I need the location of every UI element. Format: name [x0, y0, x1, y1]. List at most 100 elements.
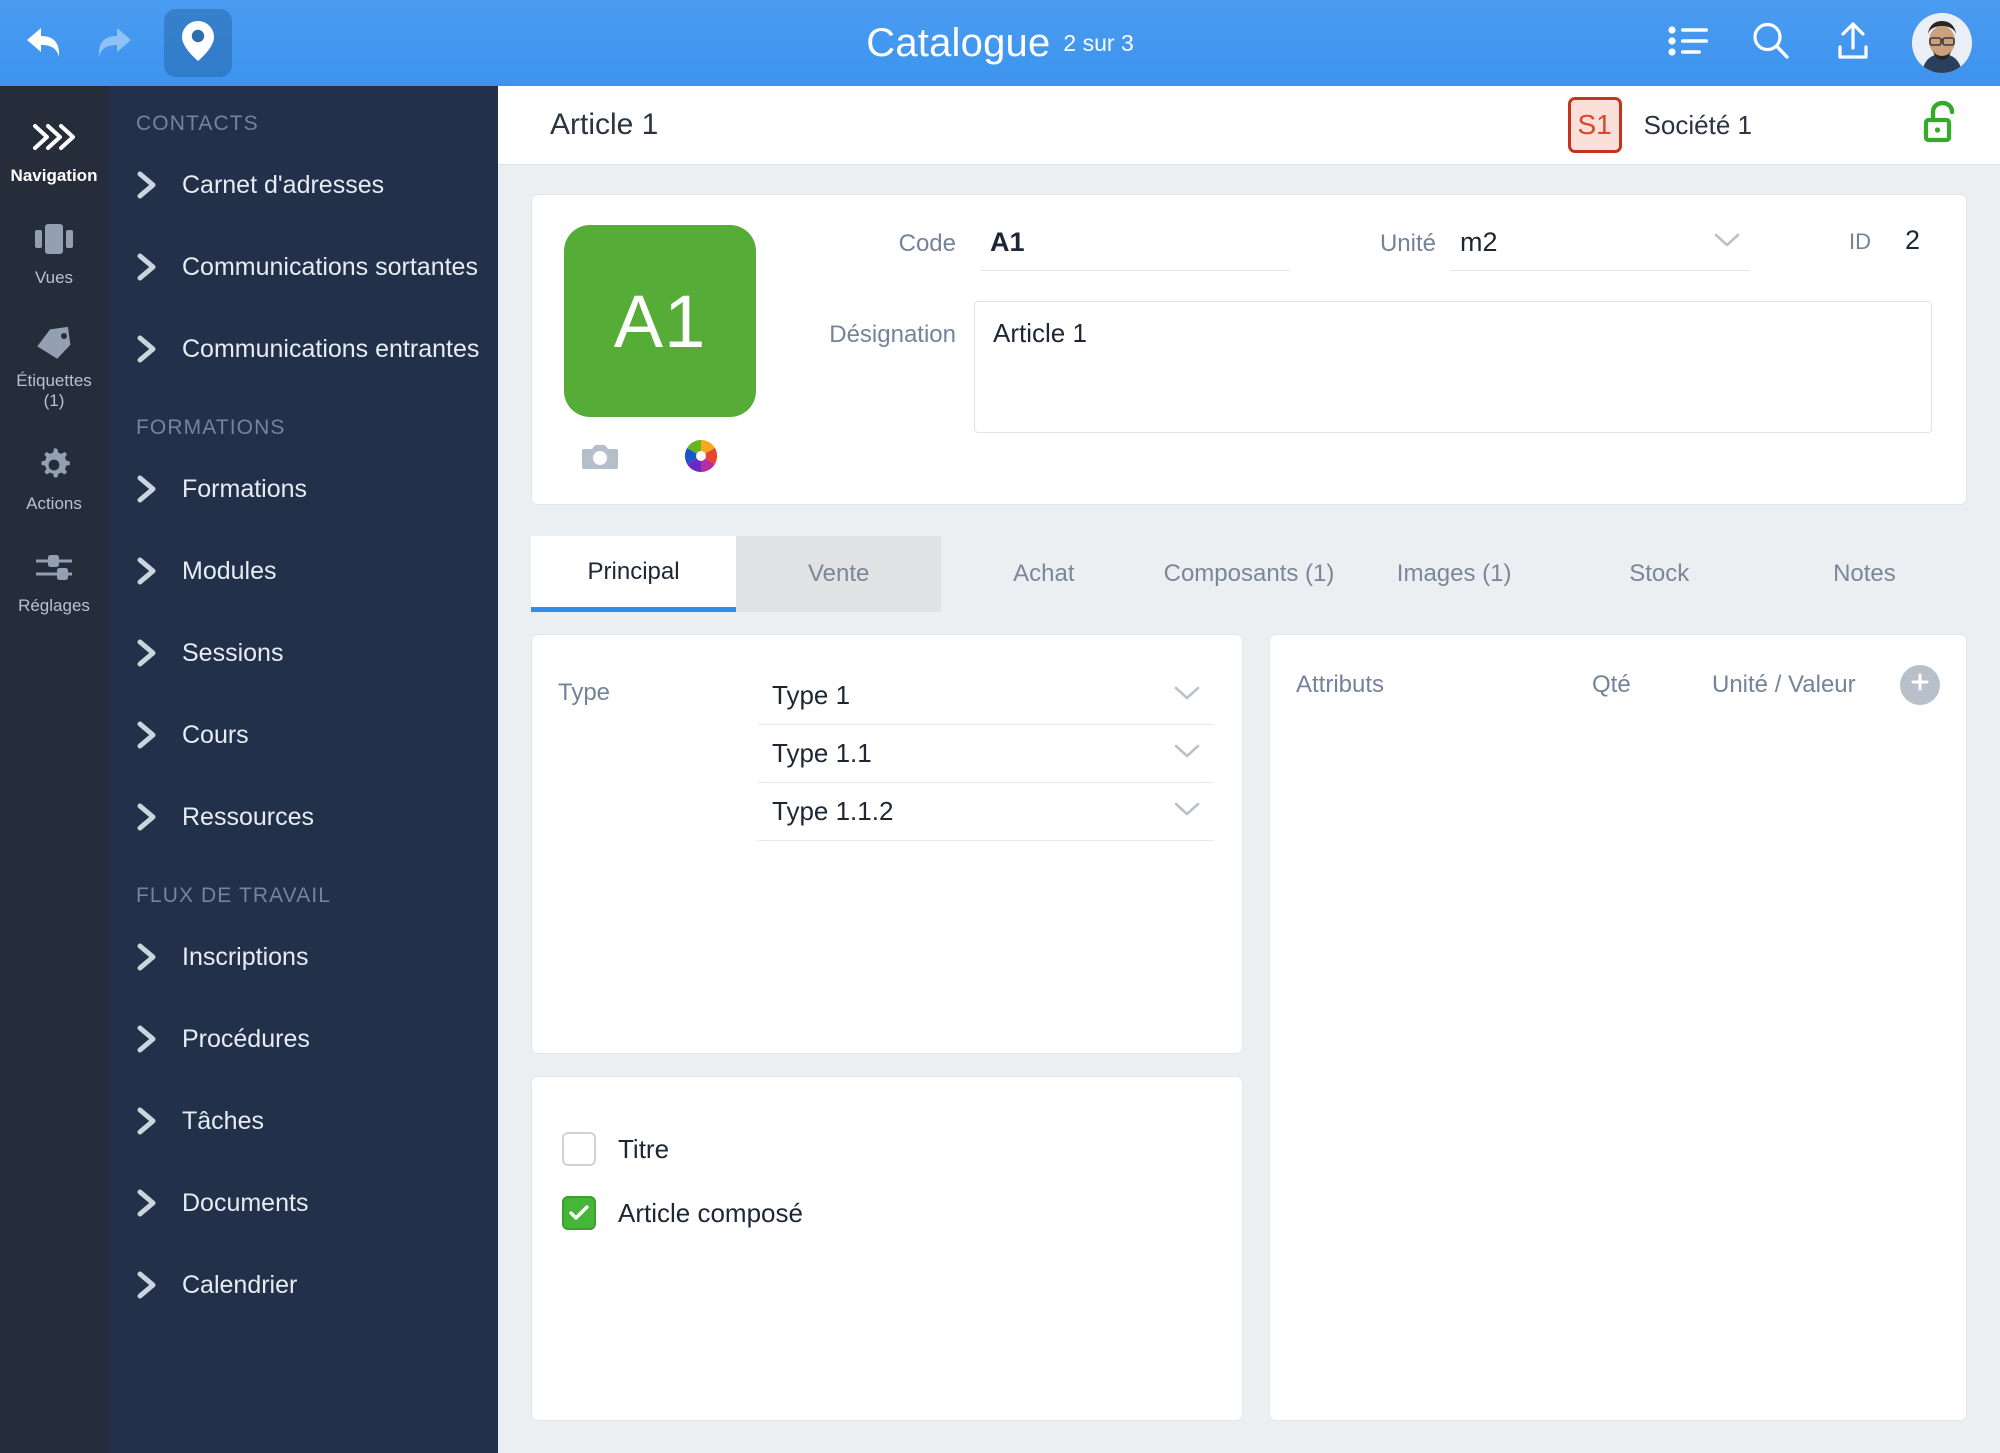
avatar[interactable] — [1912, 13, 1972, 73]
tab-stock[interactable]: Stock — [1557, 536, 1762, 612]
chevron-right-icon — [136, 556, 176, 586]
chevron-down-icon — [1172, 800, 1202, 823]
sidebar-item-inscriptions[interactable]: Inscriptions — [108, 916, 498, 998]
record-counter: 2 sur 3 — [1063, 30, 1133, 57]
chevron-right-icon — [136, 1024, 176, 1054]
attributes-col-unite-valeur: Unité / Valeur — [1712, 671, 1900, 699]
field-row-code-unite-id: Code A1 Unité m2 — [806, 225, 1932, 271]
record-avatar-tile[interactable]: A1 — [564, 225, 756, 417]
rail-item-navigation[interactable]: Navigation — [0, 100, 108, 202]
tab-images[interactable]: Images (1) — [1352, 536, 1557, 612]
map-pin-icon — [181, 20, 215, 67]
sidebar-item-cours[interactable]: Cours — [108, 694, 498, 776]
sliders-icon — [4, 544, 104, 590]
lock-toggle-button[interactable] — [1922, 100, 1960, 151]
type-select-level-2[interactable]: Type 1.1 — [758, 725, 1214, 783]
sidebar-item-formations[interactable]: Formations — [108, 448, 498, 530]
chevron-right-icon — [136, 474, 176, 504]
tab-achat[interactable]: Achat — [941, 536, 1146, 612]
tab-notes[interactable]: Notes — [1762, 536, 1967, 612]
tab-label: Stock — [1629, 560, 1689, 588]
avatar-tools — [582, 439, 718, 478]
color-wheel-icon — [684, 439, 718, 478]
sidebar-item-calendrier[interactable]: Calendrier — [108, 1244, 498, 1326]
field-unite-select[interactable]: m2 — [1450, 225, 1750, 271]
field-id: ID 2 — [1849, 225, 1932, 256]
chevron-right-icon — [136, 802, 176, 832]
field-label-designation: Désignation — [806, 301, 956, 349]
field-code: Code A1 — [806, 225, 1306, 271]
views-icon — [4, 216, 104, 262]
type-select-list: Type 1 Type 1.1 Type 1.1.2 — [758, 667, 1214, 1053]
add-attribute-button[interactable] — [1900, 665, 1940, 705]
field-designation-textarea[interactable]: Article 1 — [974, 301, 1932, 433]
type-select-value: Type 1 — [772, 680, 850, 711]
type-select-value: Type 1.1.2 — [772, 796, 893, 827]
checkbox-row-article-compose[interactable]: Article composé — [562, 1181, 1242, 1245]
sidebar-item-carnet-d-adresses[interactable]: Carnet d'adresses — [108, 144, 498, 226]
sidebar-item-label: Tâches — [182, 1107, 264, 1136]
sidebar-group-formations: FORMATIONS — [108, 390, 498, 448]
tab-composants[interactable]: Composants (1) — [1146, 536, 1351, 612]
camera-icon — [582, 441, 618, 476]
tab-principal[interactable]: Principal — [531, 536, 736, 612]
tab-vente[interactable]: Vente — [736, 536, 941, 612]
check-icon — [568, 1204, 590, 1222]
tab-label: Vente — [808, 560, 869, 588]
sidebar-item-ressources[interactable]: Ressources — [108, 776, 498, 858]
rail-label-vues: Vues — [4, 268, 104, 288]
sidebar-item-communications-sortantes[interactable]: Communications sortantes — [108, 226, 498, 308]
rail-item-vues[interactable]: Vues — [0, 202, 108, 304]
type-panel-label: Type — [558, 667, 758, 1053]
sidebar-item-label: Communications sortantes — [182, 253, 478, 282]
field-label-id: ID — [1849, 229, 1871, 255]
user-avatar — [1912, 13, 1972, 73]
unlocked-padlock-icon — [1922, 100, 1960, 151]
checkbox-label: Article composé — [618, 1198, 803, 1229]
sidebar-group-contacts: CONTACTS — [108, 86, 498, 144]
forward-button[interactable] — [90, 21, 136, 65]
back-button[interactable] — [22, 21, 68, 65]
checkbox-titre[interactable] — [562, 1132, 596, 1166]
field-code-input[interactable]: A1 — [980, 225, 1290, 271]
type-select-level-3[interactable]: Type 1.1.2 — [758, 783, 1214, 841]
sidebar-item-label: Inscriptions — [182, 943, 308, 972]
sidebar-item-communications-entrantes[interactable]: Communications entrantes — [108, 308, 498, 390]
tab-label: Notes — [1833, 560, 1896, 588]
sidebar-item-procedures[interactable]: Procédures — [108, 998, 498, 1080]
camera-button[interactable] — [582, 441, 618, 476]
chevron-right-icon — [136, 720, 176, 750]
rail-item-reglages[interactable]: Réglages — [0, 530, 108, 632]
company-name: Société 1 — [1644, 110, 1752, 141]
checkbox-row-titre[interactable]: Titre — [562, 1117, 1242, 1181]
double-chevron-right-icon — [4, 114, 104, 160]
icon-rail: Navigation Vues Étiquettes (1) A — [0, 86, 108, 1453]
type-select-level-1[interactable]: Type 1 — [758, 667, 1214, 725]
sidebar-item-taches[interactable]: Tâches — [108, 1080, 498, 1162]
search-button[interactable] — [1748, 20, 1794, 66]
sidebar-item-label: Ressources — [182, 803, 314, 832]
list-view-button[interactable] — [1666, 20, 1712, 66]
checkbox-article-compose[interactable] — [562, 1196, 596, 1230]
rail-item-actions[interactable]: Actions — [0, 428, 108, 530]
field-unite: Unité m2 — [1306, 225, 1766, 271]
chevron-right-icon — [136, 170, 176, 200]
list-icon — [1668, 24, 1710, 63]
color-picker-button[interactable] — [684, 439, 718, 478]
location-pin-button[interactable] — [164, 9, 232, 77]
company-badge[interactable]: S1 — [1568, 97, 1622, 153]
field-value-unite: m2 — [1460, 227, 1498, 258]
record-body: A1 — [498, 165, 2000, 1453]
sidebar-item-documents[interactable]: Documents — [108, 1162, 498, 1244]
rail-item-etiquettes[interactable]: Étiquettes (1) — [0, 305, 108, 428]
sidebar-item-sessions[interactable]: Sessions — [108, 612, 498, 694]
share-button[interactable] — [1830, 20, 1876, 66]
chevron-down-icon — [1172, 684, 1202, 707]
rail-label-etiquettes: Étiquettes (1) — [4, 371, 104, 412]
sidebar-item-label: Calendrier — [182, 1271, 297, 1300]
sidebar: CONTACTS Carnet d'adresses Communication… — [108, 86, 498, 1453]
attributes-col-attributs: Attributs — [1296, 671, 1592, 699]
sidebar-item-modules[interactable]: Modules — [108, 530, 498, 612]
search-icon — [1750, 20, 1792, 67]
left-panel-column: Type Type 1 Type 1.1 — [531, 634, 1243, 1421]
